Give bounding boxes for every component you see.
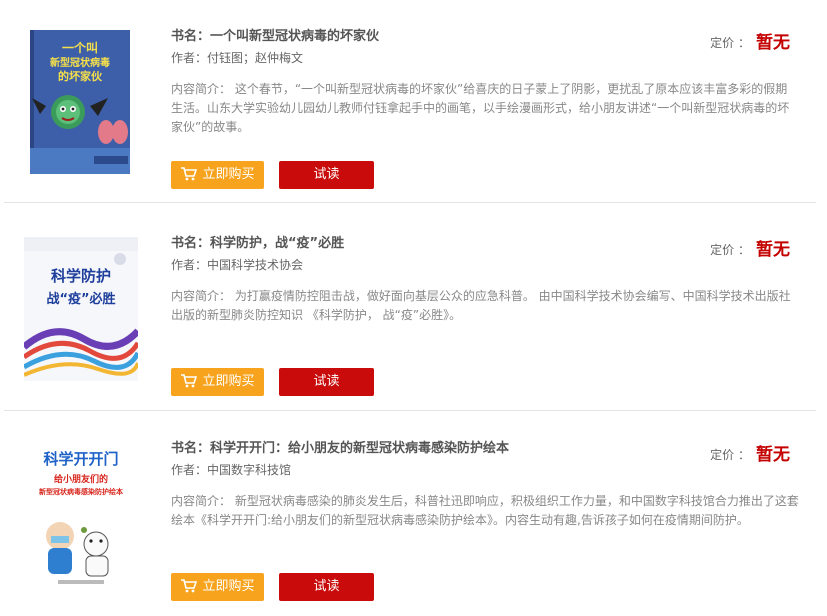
book-list: 一个叫 新型冠状病毒 的坏家伙 书名：一个叫新型冠状病毒的坏家伙 作者：付钰图；… (0, 0, 827, 616)
try-read-label: 试读 (313, 579, 340, 594)
try-read-label: 试读 (313, 167, 340, 182)
book-cover-image[interactable]: 科学防护 战“疫”必胜 (24, 235, 138, 383)
buy-now-label: 立即购买 (202, 374, 255, 389)
buy-now-button[interactable]: 立即购买 (171, 161, 264, 189)
book-item: 科学防护 战“疫”必胜 书名：科学防护，战“疫”必胜 作者：中国科学技术协会 内… (0, 207, 827, 412)
buy-now-label: 立即购买 (202, 579, 255, 594)
book-intro: 内容简介： 新型冠状病毒感染的肺炎发生后，科普社迅即响应，积极组织工作力量，和中… (171, 494, 799, 527)
price-label: 定价 ： (710, 36, 750, 50)
cover-text: 战“疫”必胜 (46, 291, 115, 307)
price-label: 定价 ： (710, 243, 750, 257)
buy-now-button[interactable]: 立即购买 (171, 368, 264, 396)
shopping-cart-icon (181, 167, 198, 181)
try-read-button[interactable]: 试读 (279, 161, 374, 189)
divider (4, 410, 816, 411)
try-read-label: 试读 (313, 374, 340, 389)
shopping-cart-icon (181, 579, 198, 593)
book-cover-image[interactable]: 科学开开门 给小朋友们的 新型冠状病毒感染防护绘本 (24, 440, 138, 588)
book-item: 科学开开门 给小朋友们的 新型冠状病毒感染防护绘本 书名：科学开开门：给小朋友的… (0, 412, 827, 616)
price-value: 暂无 (756, 33, 790, 53)
cover-text: 新型冠状病毒 (50, 56, 110, 69)
book-author: 作者：中国数字科技馆 (171, 463, 292, 477)
book-price: 定价 ： 暂无 (710, 235, 790, 260)
book-title[interactable]: 书名：一个叫新型冠状病毒的坏家伙 (171, 25, 379, 44)
buy-now-label: 立即购买 (202, 167, 255, 182)
book-item: 一个叫 新型冠状病毒 的坏家伙 书名：一个叫新型冠状病毒的坏家伙 作者：付钰图；… (0, 0, 827, 205)
cover-text: 科学开开门 (43, 450, 118, 468)
book-title[interactable]: 书名：科学防护，战“疫”必胜 (171, 232, 344, 251)
book-title[interactable]: 书名：科学开开门：给小朋友的新型冠状病毒感染防护绘本 (171, 437, 509, 456)
price-value: 暂无 (756, 445, 790, 465)
cover-text: 新型冠状病毒感染防护绘本 (39, 487, 123, 496)
try-read-button[interactable]: 试读 (279, 368, 374, 396)
book-author: 作者：中国科学技术协会 (171, 258, 304, 272)
price-label: 定价 ： (710, 448, 750, 462)
cover-text: 的坏家伙 (58, 69, 103, 83)
divider (4, 202, 816, 203)
book-price: 定价 ： 暂无 (710, 440, 790, 465)
book-author: 作者：付钰图；赵仲梅文 (171, 51, 304, 65)
book-intro: 内容简介： 为打赢疫情防控阻击战，做好面向基层公众的应急科普。 由中国科学技术协… (171, 289, 791, 322)
buy-now-button[interactable]: 立即购买 (171, 573, 264, 601)
shopping-cart-icon (181, 374, 198, 388)
price-value: 暂无 (756, 240, 790, 260)
book-cover-image[interactable]: 一个叫 新型冠状病毒 的坏家伙 (24, 28, 138, 176)
book-intro: 内容简介： 这个春节，“一个叫新型冠状病毒的坏家伙”给喜庆的日子蒙上了阴影，更扰… (171, 82, 790, 134)
try-read-button[interactable]: 试读 (279, 573, 374, 601)
book-price: 定价 ： 暂无 (710, 28, 790, 53)
cover-text: 科学防护 (51, 267, 111, 285)
cover-text: 一个叫 (62, 40, 98, 55)
cover-text: 给小朋友们的 (54, 473, 108, 485)
